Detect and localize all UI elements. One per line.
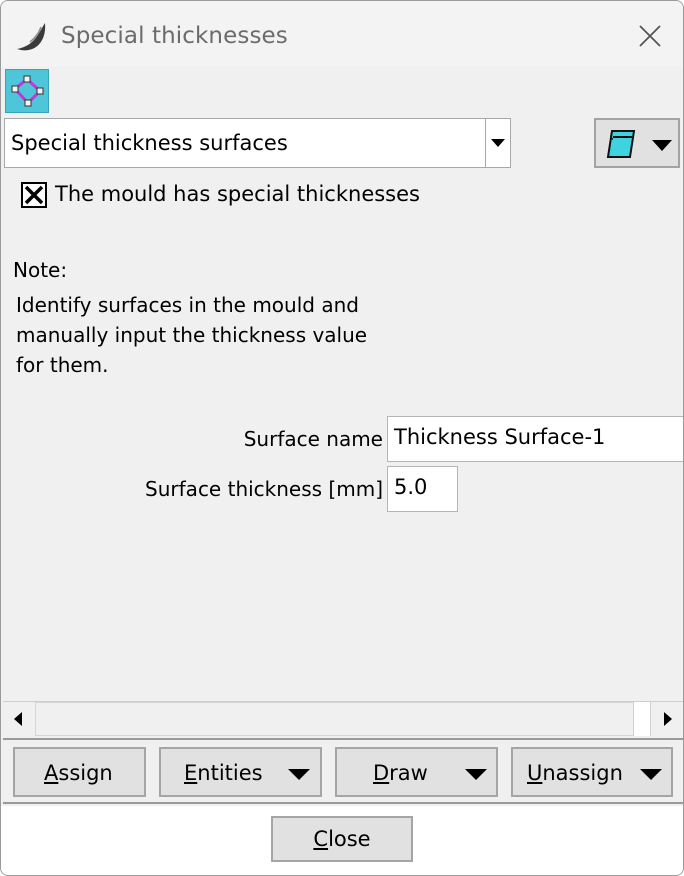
scroll-track[interactable] <box>35 702 635 736</box>
assign-button[interactable]: Assign <box>13 747 146 797</box>
note-line: manually input the thickness value <box>16 323 368 347</box>
title-bar: Special thicknesses <box>1 1 683 67</box>
chevron-down-icon <box>465 769 487 780</box>
horizontal-scrollbar[interactable] <box>3 701 683 736</box>
special-thickness-checkbox[interactable] <box>21 182 47 208</box>
chevron-down-icon <box>288 769 310 780</box>
special-thicknesses-dialog: Special thicknesses Special thickness su… <box>0 0 684 876</box>
note-text: Identify surfaces in the mould and manua… <box>16 290 396 380</box>
surface-thickness-input[interactable]: 5.0 <box>387 466 458 512</box>
dropdown-arrow-button[interactable] <box>485 119 510 167</box>
swoosh-logo-icon <box>15 21 51 55</box>
surface-thickness-label: Surface thickness [mm] <box>145 477 383 501</box>
window-title: Special thicknesses <box>61 23 288 49</box>
entities-button[interactable]: Entities <box>159 747 322 797</box>
unassign-button[interactable]: Unassign <box>511 747 673 797</box>
chevron-right-icon <box>664 712 672 726</box>
close-label: Close <box>313 827 371 851</box>
close-icon[interactable] <box>633 19 667 53</box>
chevron-down-icon <box>640 769 662 780</box>
note-heading: Note: <box>13 258 68 282</box>
draw-label: Draw <box>373 761 428 785</box>
special-thickness-label: The mould has special thicknesses <box>55 182 420 206</box>
notes-menu-button[interactable] <box>594 118 680 168</box>
mode-dropdown-value: Special thickness surfaces <box>11 131 288 155</box>
assign-label: Assign <box>44 761 113 785</box>
action-bar: Assign Entities Draw Unassign <box>3 738 683 804</box>
close-button[interactable]: Close <box>271 816 413 862</box>
entities-label: Entities <box>184 761 263 785</box>
scroll-right-button[interactable] <box>653 702 683 736</box>
surface-name-label: Surface name <box>243 427 383 451</box>
unassign-label: Unassign <box>527 761 623 785</box>
scroll-left-button[interactable] <box>3 702 33 736</box>
chevron-down-icon <box>652 140 672 151</box>
notepad-icon <box>604 127 638 161</box>
surface-name-input[interactable]: Thickness Surface-1 <box>387 416 683 462</box>
note-line: Identify surfaces in the mould and <box>16 293 359 317</box>
draw-button[interactable]: Draw <box>335 747 498 797</box>
dialog-footer: Close <box>1 806 683 875</box>
mode-dropdown[interactable]: Special thickness surfaces <box>4 118 511 168</box>
chevron-down-icon <box>491 139 505 147</box>
note-line: for them. <box>16 353 109 377</box>
chevron-left-icon <box>14 712 22 726</box>
scroll-thumb[interactable] <box>633 702 651 736</box>
surface-select-icon[interactable] <box>5 69 49 113</box>
